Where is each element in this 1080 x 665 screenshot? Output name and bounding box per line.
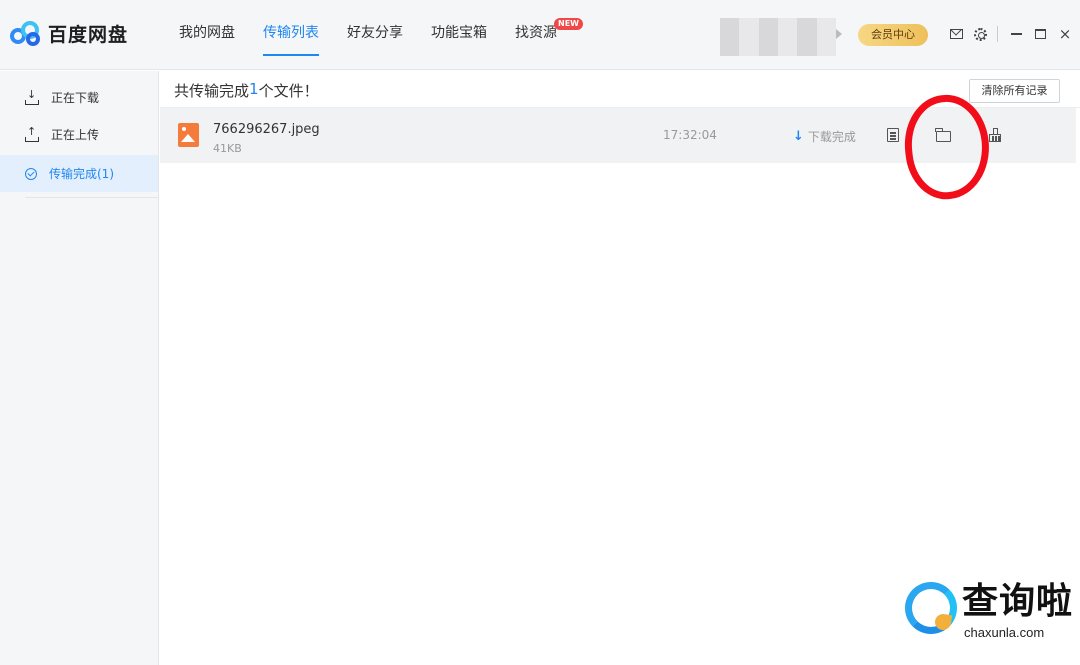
close-icon[interactable]: × <box>1057 26 1073 42</box>
vip-center-button[interactable]: 会员中心 <box>858 24 928 46</box>
file-time: 17:32:04 <box>663 128 717 142</box>
watermark-text: 查询啦 <box>962 581 1074 622</box>
document-icon[interactable] <box>884 126 902 144</box>
app-logo[interactable]: 百度网盘 <box>10 18 128 48</box>
sidebar-item-uploading[interactable]: 正在上传 <box>0 116 158 153</box>
main-nav: 我的网盘 传输列表 好友分享 功能宝箱 找资源 NEW <box>165 0 583 70</box>
tab-toolbox[interactable]: 功能宝箱 <box>431 0 487 70</box>
tab-transfer-list[interactable]: 传输列表 <box>263 0 319 70</box>
clear-all-records-button[interactable]: 清除所有记录 <box>969 79 1060 103</box>
summary-count: 1 <box>249 80 259 98</box>
file-status-label: 下载完成 <box>807 130 856 144</box>
title-bar: 百度网盘 我的网盘 传输列表 好友分享 功能宝箱 找资源 NEW 会员中心 × <box>0 0 1080 70</box>
mail-icon[interactable] <box>948 26 964 42</box>
check-circle-icon <box>25 167 37 180</box>
tab-find-resources[interactable]: 找资源 NEW <box>515 0 583 70</box>
download-arrow-icon: ↓ <box>793 129 804 144</box>
new-badge: NEW <box>554 18 583 30</box>
transfer-summary: 共传输完成 1 个文件！ <box>174 80 319 101</box>
summary-suffix: 个文件！ <box>258 82 319 100</box>
file-name: 766296267.jpeg <box>213 122 320 137</box>
blurred-user-info[interactable] <box>720 18 836 56</box>
watermark-logo-icon <box>905 582 957 634</box>
sidebar-item-downloading[interactable]: 正在下载 <box>0 79 158 116</box>
sidebar: 正在下载 正在上传 传输完成(1) <box>0 71 159 665</box>
file-size: 41KB <box>213 142 242 155</box>
sidebar-item-label: 正在下载 <box>51 91 100 105</box>
sidebar-divider <box>25 197 158 198</box>
file-status: ↓ 下载完成 <box>793 128 856 145</box>
window-controls-divider <box>997 26 998 42</box>
maximize-icon[interactable] <box>1032 26 1048 42</box>
folder-icon[interactable] <box>934 126 952 144</box>
tab-find-resources-label: 找资源 <box>515 25 557 41</box>
sidebar-item-label: 传输完成(1) <box>49 167 114 181</box>
tab-my-disk[interactable]: 我的网盘 <box>179 0 235 70</box>
user-menu-arrow-icon[interactable] <box>836 29 842 39</box>
watermark-url: chaxunla.com <box>964 625 1045 640</box>
minimize-icon[interactable] <box>1008 26 1024 42</box>
baidu-netdisk-logo-icon <box>10 20 42 46</box>
upload-icon <box>25 125 39 142</box>
summary-prefix: 共传输完成 <box>174 82 250 100</box>
table-row[interactable]: 766296267.jpeg 41KB 17:32:04 ↓ 下载完成 <box>160 108 1076 163</box>
sidebar-item-label: 正在上传 <box>51 128 100 142</box>
tab-friend-share[interactable]: 好友分享 <box>347 0 403 70</box>
image-file-icon <box>178 123 199 147</box>
download-icon <box>25 88 39 105</box>
sidebar-item-completed[interactable]: 传输完成(1) <box>0 155 158 192</box>
gear-icon[interactable] <box>972 26 988 42</box>
clean-icon[interactable] <box>986 126 1004 144</box>
transfer-header: 共传输完成 1 个文件！ 清除所有记录 <box>160 71 1080 108</box>
app-name: 百度网盘 <box>48 23 129 46</box>
